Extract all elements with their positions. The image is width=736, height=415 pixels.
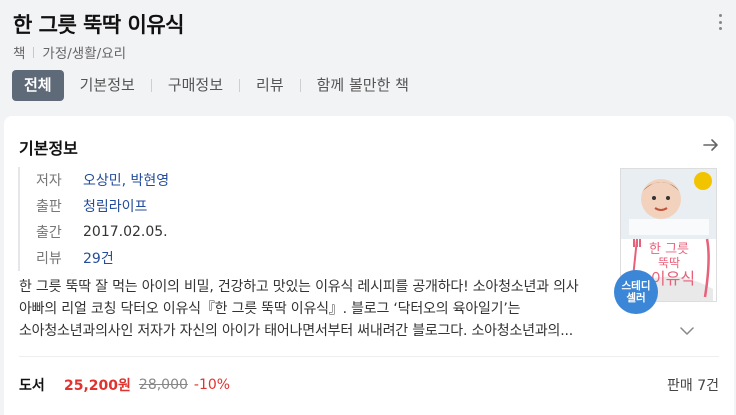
steady-seller-badge: 스테디 셀러 [614,270,658,314]
meta-row-reviews: 리뷰 29건 [20,245,169,271]
tab-divider [150,79,152,92]
badge-line2: 셀러 [626,292,646,304]
cover-title-line1: 한 그릇 [649,242,689,257]
more-options-icon[interactable] [714,12,726,32]
author-label: 저자 [36,173,62,189]
tab-reviews[interactable]: 리뷰 [246,70,294,101]
seller-count[interactable]: 판매 7건 [667,375,719,395]
basic-info-card: 기본정보 저자 오상민, 박현영 출판 청림라이프 출간 2017.02.05.… [4,116,734,415]
cover-title-line2: 뚝딱 [658,256,680,270]
price-row[interactable]: 도서 25,200원 28,000 -10% 판매 7건 [19,374,719,396]
category-type: 책 [13,46,26,62]
tab-bar: 전체 기본정보 구매정보 리뷰 함께 볼만한 책 [12,70,419,101]
date-label: 출간 [36,225,62,241]
tab-divider [239,79,241,92]
meta-row-author: 저자 오상민, 박현영 [20,167,169,193]
price-original: 28,000 [138,377,188,393]
author-link[interactable]: 오상민, 박현영 [83,170,169,190]
tab-divider [299,79,301,92]
tab-purchase-info[interactable]: 구매정보 [158,70,233,101]
tab-all[interactable]: 전체 [12,70,64,101]
price-kind: 도서 [19,378,45,394]
publisher-link[interactable]: 청림라이프 [83,196,147,216]
arrow-right-icon[interactable] [702,136,720,154]
book-title: 한 그릇 뚝딱 이유식 [13,13,185,37]
chevron-down-icon[interactable] [680,327,694,336]
price-current: 25,200원 [64,378,131,394]
book-category: 책 가정/생활/요리 [13,42,126,62]
publish-date: 2017.02.05. [83,224,168,240]
price-discount: -10% [193,377,231,393]
publisher-label: 출판 [36,199,62,215]
review-count-link[interactable]: 29건 [83,248,114,268]
meta-row-publisher: 출판 청림라이프 [20,193,169,219]
category-divider [33,46,35,58]
tab-related-books[interactable]: 함께 볼만한 책 [307,70,419,101]
badge-line1: 스테디 [621,280,651,292]
tab-basic-info[interactable]: 기본정보 [70,70,145,101]
book-header: 한 그릇 뚝딱 이유식 책 가정/생활/요리 전체 기본정보 구매정보 리뷰 함… [0,0,736,106]
cover-title-line3: 이유식 [651,269,695,288]
category-path: 가정/생활/요리 [42,46,127,62]
book-meta: 저자 오상민, 박현영 출판 청림라이프 출간 2017.02.05. 리뷰 2… [18,167,169,271]
book-description: 한 그릇 뚝딱 잘 먹는 아이의 비밀, 건강하고 맛있는 이유식 레시피를 공… [19,279,579,339]
meta-row-date: 출간 2017.02.05. [20,219,169,245]
review-label: 리뷰 [36,251,62,267]
section-title: 기본정보 [19,139,78,158]
divider [19,356,719,357]
